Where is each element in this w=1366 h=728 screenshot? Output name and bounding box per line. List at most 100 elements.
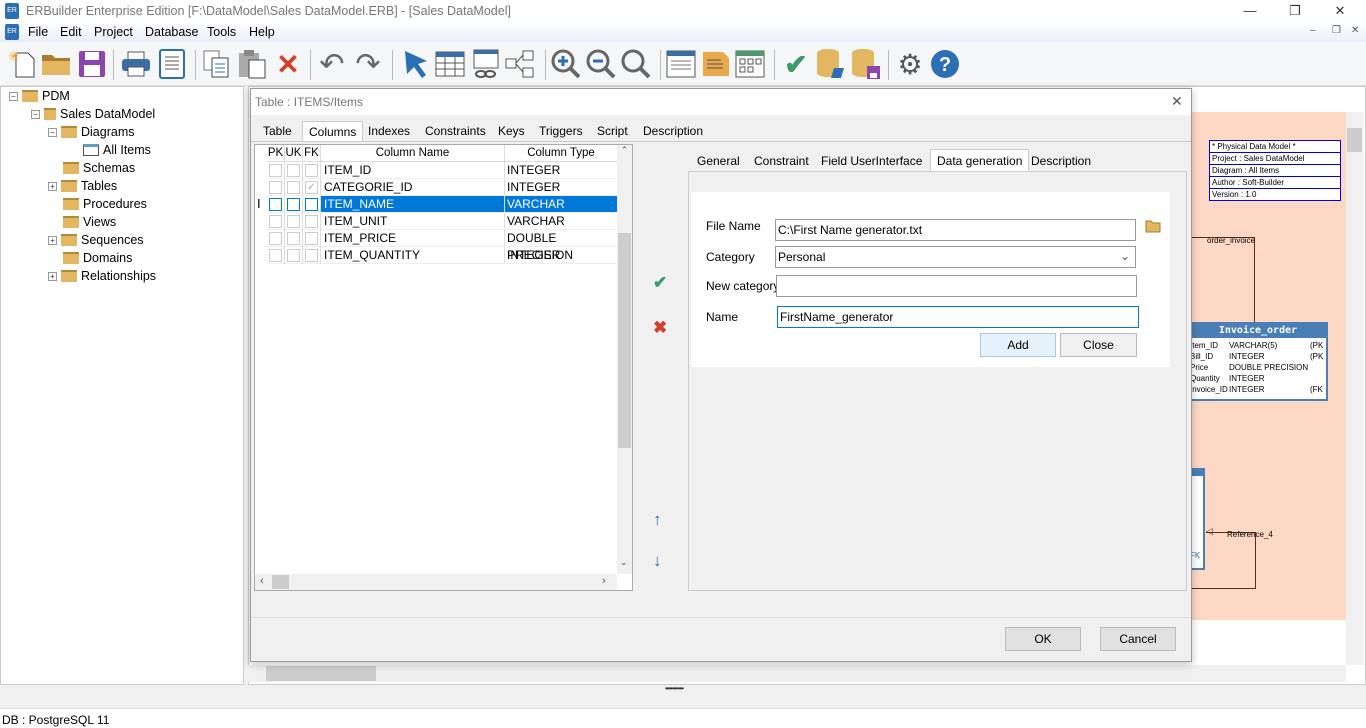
fk-checkbox[interactable]: ✓ bbox=[303, 179, 321, 196]
add-button[interactable]: Add bbox=[980, 333, 1056, 357]
column-type-cell[interactable]: VARCHAR bbox=[505, 213, 617, 229]
zoom-in-icon[interactable] bbox=[550, 48, 582, 80]
grid-row[interactable]: ITEM_QUANTITYINTEGER bbox=[267, 247, 617, 264]
tree-node-tables[interactable]: +Tables bbox=[48, 177, 117, 195]
uk-checkbox[interactable] bbox=[285, 162, 303, 179]
tab-table[interactable]: Table bbox=[257, 121, 298, 141]
restore-button[interactable]: ❐ bbox=[1275, 0, 1315, 22]
tree-node-pdm[interactable]: −PDM bbox=[9, 87, 70, 105]
uk-checkbox[interactable] bbox=[285, 213, 303, 230]
settings-gear-icon[interactable]: ⚙ bbox=[894, 48, 926, 80]
column-type-cell[interactable]: VARCHAR bbox=[505, 196, 617, 212]
subtab-field-ui[interactable]: Field UserInterface bbox=[815, 151, 928, 171]
grid-row[interactable]: ITEM_PRICEDOUBLE PRECISION bbox=[267, 230, 617, 247]
column-name-cell[interactable]: ITEM_ID bbox=[321, 162, 505, 178]
cancel-button[interactable]: Cancel bbox=[1100, 627, 1176, 651]
column-type-cell[interactable]: INTEGER bbox=[505, 179, 617, 195]
fk-checkbox[interactable] bbox=[303, 196, 321, 213]
file-name-input[interactable]: C:\First Name generator.txt bbox=[775, 219, 1136, 241]
tree-node-views[interactable]: Views bbox=[63, 213, 116, 231]
copy-icon[interactable] bbox=[200, 48, 232, 80]
pk-checkbox[interactable] bbox=[267, 213, 285, 230]
header-pk[interactable]: PK bbox=[267, 145, 285, 161]
header-uk[interactable]: UK bbox=[285, 145, 303, 161]
relation-label[interactable]: Reference_4 bbox=[1227, 530, 1273, 539]
column-name-cell[interactable]: ITEM_QUANTITY bbox=[321, 247, 505, 263]
subtab-data-generation[interactable]: Data generation bbox=[930, 149, 1029, 172]
uk-checkbox[interactable] bbox=[285, 179, 303, 196]
uk-checkbox[interactable] bbox=[285, 196, 303, 213]
tree-node-sequences[interactable]: +Sequences bbox=[48, 231, 144, 249]
subtab-constraint[interactable]: Constraint bbox=[748, 151, 815, 171]
new-icon[interactable]: ✳ bbox=[6, 48, 38, 80]
collapse-icon[interactable]: − bbox=[31, 110, 40, 119]
new-category-input[interactable] bbox=[776, 275, 1137, 297]
grid-row[interactable]: ✓CATEGORIE_IDINTEGER bbox=[267, 179, 617, 196]
paste-icon[interactable] bbox=[236, 48, 268, 80]
subtab-general[interactable]: General bbox=[691, 151, 746, 171]
expand-icon[interactable]: + bbox=[48, 182, 57, 191]
header-column-name[interactable]: Column Name bbox=[321, 145, 505, 161]
help-icon[interactable]: ? bbox=[929, 48, 961, 80]
undo-icon[interactable]: ↶ bbox=[316, 48, 348, 80]
tree-node-model[interactable]: −Sales DataModel bbox=[31, 105, 155, 123]
column-name-cell[interactable]: ITEM_PRICE bbox=[321, 230, 505, 246]
menu-database[interactable]: Database bbox=[145, 25, 199, 39]
tree-node-diagrams[interactable]: −Diagrams bbox=[48, 123, 135, 141]
mdi-minimize-button[interactable]: – bbox=[1310, 25, 1316, 36]
grid-row[interactable]: ITEM_IDINTEGER bbox=[267, 162, 617, 179]
minimize-button[interactable]: — bbox=[1230, 0, 1270, 22]
tab-keys[interactable]: Keys bbox=[492, 121, 531, 141]
relation-label[interactable]: order_invoice bbox=[1207, 236, 1255, 245]
pk-checkbox[interactable] bbox=[267, 230, 285, 247]
diagram-vertical-scrollbar[interactable] bbox=[1346, 112, 1363, 665]
link-table-icon[interactable] bbox=[470, 48, 502, 80]
move-up-arrow-icon[interactable]: ↑ bbox=[653, 510, 662, 530]
expand-icon[interactable]: + bbox=[48, 272, 57, 281]
grid-row[interactable]: ITEM_UNITVARCHAR bbox=[267, 213, 617, 230]
diagram-horizontal-scrollbar[interactable] bbox=[248, 665, 1346, 682]
column-name-cell[interactable]: ITEM_NAME bbox=[321, 196, 505, 212]
entity-partial[interactable]: FK bbox=[1190, 468, 1205, 570]
scroll-right-icon[interactable]: › bbox=[602, 575, 606, 587]
save-database-icon[interactable] bbox=[850, 48, 882, 80]
pk-checkbox[interactable] bbox=[267, 162, 285, 179]
tree-node-relationships[interactable]: +Relationships bbox=[48, 267, 156, 285]
expand-icon[interactable]: + bbox=[48, 236, 57, 245]
tree-node-domains[interactable]: Domains bbox=[63, 249, 132, 267]
validate-check-icon[interactable]: ✔ bbox=[780, 48, 812, 80]
table-icon[interactable] bbox=[434, 48, 466, 80]
move-down-arrow-icon[interactable]: ↓ bbox=[653, 551, 662, 571]
pk-checkbox[interactable] bbox=[267, 247, 285, 264]
fk-checkbox[interactable] bbox=[303, 247, 321, 264]
open-folder-icon[interactable] bbox=[40, 48, 72, 80]
dialog-close-button[interactable]: ✕ bbox=[1171, 93, 1183, 110]
scroll-up-icon[interactable]: ⌃ bbox=[617, 145, 632, 156]
fk-checkbox[interactable] bbox=[303, 230, 321, 247]
close-window-button[interactable]: ✕ bbox=[1320, 0, 1360, 22]
tab-columns[interactable]: Columns bbox=[302, 121, 363, 141]
menu-project[interactable]: Project bbox=[94, 25, 133, 39]
collapse-icon[interactable]: − bbox=[48, 128, 57, 137]
fk-checkbox[interactable] bbox=[303, 162, 321, 179]
pk-checkbox[interactable] bbox=[267, 179, 285, 196]
save-icon[interactable] bbox=[76, 48, 108, 80]
header-fk[interactable]: FK bbox=[303, 145, 321, 161]
tab-script[interactable]: Script bbox=[591, 121, 634, 141]
grid-vertical-scrollbar[interactable]: ⌃ ⌄ bbox=[617, 145, 632, 574]
print-icon[interactable] bbox=[120, 48, 152, 80]
column-type-cell[interactable]: DOUBLE PRECISION bbox=[505, 230, 617, 246]
column-type-cell[interactable]: INTEGER bbox=[505, 162, 617, 178]
name-input[interactable]: FirstName_generator bbox=[777, 306, 1139, 328]
category-select[interactable]: Personal⌄ bbox=[775, 246, 1136, 268]
scroll-thumb[interactable] bbox=[272, 575, 289, 589]
scroll-left-icon[interactable]: ‹ bbox=[260, 575, 264, 587]
apply-check-icon[interactable]: ✔ bbox=[653, 273, 667, 293]
diagram-canvas[interactable]: * Physical Data Model * Project : Sales … bbox=[1190, 112, 1346, 620]
header-column-type[interactable]: Column Type bbox=[505, 145, 617, 161]
menu-help[interactable]: Help bbox=[249, 25, 275, 39]
collapse-icon[interactable]: − bbox=[9, 92, 18, 101]
entity-invoice-order[interactable]: Invoice_order Item_IDVARCHAR(5)(PKBill_I… bbox=[1190, 322, 1328, 401]
view-icon[interactable] bbox=[665, 48, 697, 80]
menu-edit[interactable]: Edit bbox=[60, 25, 82, 39]
